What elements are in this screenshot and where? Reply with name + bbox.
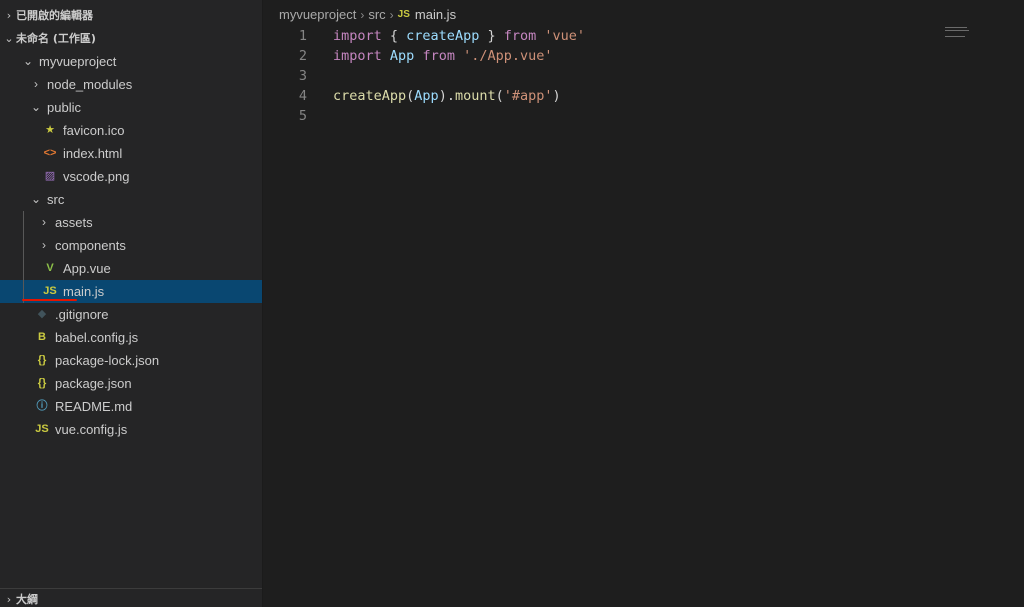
js-file-icon: JS <box>397 9 410 20</box>
babel-file-icon: B <box>38 331 46 343</box>
code-token: ( <box>495 88 504 104</box>
breadcrumb-project[interactable]: myvueproject <box>279 6 356 24</box>
tree-item-label: public <box>47 100 81 115</box>
code-token: { <box>381 28 407 44</box>
chevron-right-icon: › <box>360 8 365 22</box>
tree-item[interactable]: ▨ vscode.png <box>0 165 262 188</box>
tree-item[interactable]: › components <box>0 234 262 257</box>
json-file-icon: {} <box>37 377 47 389</box>
chevron-right-icon: › <box>42 215 46 229</box>
code-token: App <box>414 88 439 104</box>
tree-item[interactable]: JS vue.config.js <box>0 418 262 441</box>
chevron-down-icon: ⌄ <box>30 100 42 114</box>
indent-guide <box>23 211 24 303</box>
tree-item-label: README.md <box>55 399 133 414</box>
line-number: 3 <box>298 68 307 84</box>
js-file-icon: JS <box>35 423 49 435</box>
tree-item-label: node_modules <box>47 77 133 92</box>
tree-item-label: assets <box>55 215 93 230</box>
json-file-icon: {} <box>37 354 47 366</box>
code-text: import App from './App.vue' <box>333 46 553 66</box>
line-number: 5 <box>298 108 307 124</box>
chevron-right-icon: › <box>42 238 46 252</box>
tree-item[interactable]: ⌄ myvueproject <box>0 50 262 73</box>
code-token: from <box>503 28 537 44</box>
tree-item[interactable]: {} package.json <box>0 372 262 395</box>
code-token: ). <box>438 88 455 104</box>
line-number: 2 <box>298 48 307 64</box>
code-line[interactable]: 4 createApp(App).mount('#app') <box>263 86 963 106</box>
tree-item[interactable]: › node_modules <box>0 73 262 96</box>
tree-item[interactable]: › assets <box>0 211 262 234</box>
code-editor[interactable]: myvueproject › src › JS main.js 1 import { cre… <box>263 0 1024 607</box>
chevron-right-icon: › <box>6 593 12 606</box>
open-editors-header[interactable]: › 已開啟的編輯器 <box>0 5 262 27</box>
red-underline-annotation <box>22 299 77 301</box>
tree-item-label: .gitignore <box>55 307 109 322</box>
tree-item-label: babel.config.js <box>55 330 139 345</box>
tree-item-label: favicon.ico <box>63 123 125 138</box>
code-token: mount <box>454 88 496 104</box>
info-file-icon: ⓘ <box>36 400 48 412</box>
tree-item[interactable]: {} package-lock.json <box>0 349 262 372</box>
tree-item[interactable]: <> index.html <box>0 142 262 165</box>
code-token: import <box>333 28 382 44</box>
line-number: 1 <box>298 28 307 44</box>
tree-item-label: src <box>47 192 65 207</box>
favicon-file-icon: ★ <box>45 124 55 136</box>
tree-item[interactable]: V App.vue <box>0 257 262 280</box>
tree-item-label: vscode.png <box>63 169 130 184</box>
code-token: '#app' <box>503 88 553 104</box>
tree-item-label: myvueproject <box>39 54 117 69</box>
code-token: createApp <box>406 28 480 44</box>
tree-item[interactable]: ⓘ README.md <box>0 395 262 418</box>
chevron-right-icon: › <box>6 9 12 22</box>
code-line[interactable]: 2 import App from './App.vue' <box>263 46 963 66</box>
tree-item[interactable]: Bbabel.config.js <box>0 326 262 349</box>
git-file-icon: ◆ <box>37 308 47 320</box>
tree-item[interactable]: ⌄ src <box>0 188 262 211</box>
chevron-down-icon: ⌄ <box>22 54 34 68</box>
tree-item[interactable]: ★ favicon.ico <box>0 119 262 142</box>
code-text: import { createApp } from 'vue' <box>333 26 585 46</box>
tree-item-label: package-lock.json <box>55 353 160 368</box>
code-line[interactable]: 3 <box>263 66 963 86</box>
code-token: './App.vue' <box>463 48 553 64</box>
code-text: createApp(App).mount('#app') <box>333 86 561 106</box>
tree-item-label: components <box>55 238 126 253</box>
code-token: ) <box>552 88 561 104</box>
explorer-sidebar: › 已開啟的編輯器 ⌄ 未命名 (工作區) ⌄ myvueproject › node… <box>0 0 262 607</box>
breadcrumb-file[interactable]: main.js <box>415 6 456 24</box>
code-token: } <box>479 28 504 44</box>
code-token: createApp <box>333 88 407 104</box>
code-line[interactable]: 5 <box>263 106 963 126</box>
code-line[interactable]: 1 import { createApp } from 'vue' <box>263 26 963 46</box>
chevron-down-icon: ⌄ <box>30 192 42 206</box>
tree-item[interactable]: ◆ .gitignore <box>0 303 262 326</box>
minimap[interactable] <box>945 27 973 39</box>
tree-item-label: App.vue <box>63 261 111 276</box>
tree-item-label: vue.config.js <box>55 422 128 437</box>
tree-item-label: index.html <box>63 146 123 161</box>
image-file-icon: ▨ <box>44 170 56 182</box>
chevron-right-icon: › <box>389 8 394 22</box>
code-token: import <box>333 48 382 64</box>
code-token: from <box>422 48 455 64</box>
breadcrumb: myvueproject › src › JS main.js <box>279 6 456 24</box>
code-token: 'vue' <box>544 28 586 44</box>
vue-file-icon: V <box>46 262 54 274</box>
outline-header[interactable]: › 大綱 <box>0 588 262 607</box>
tree-item[interactable]: ⌄ public <box>0 96 262 119</box>
code-token: App <box>389 48 415 64</box>
chevron-down-icon: ⌄ <box>4 32 14 45</box>
workspace-header[interactable]: ⌄ 未命名 (工作區) <box>0 28 262 50</box>
tree-item-label: package.json <box>55 376 132 391</box>
breadcrumb-folder[interactable]: src <box>368 6 385 24</box>
html-file-icon: <> <box>43 147 57 159</box>
chevron-right-icon: › <box>34 77 38 91</box>
line-number: 4 <box>298 88 307 104</box>
